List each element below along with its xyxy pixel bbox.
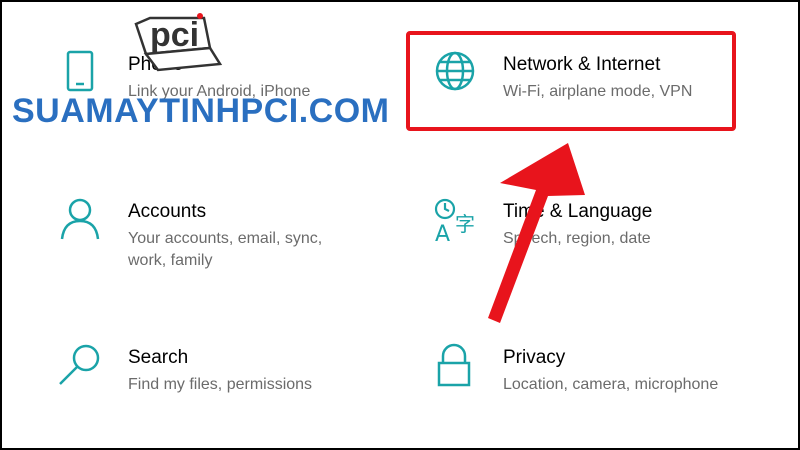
tile-title: Search — [128, 347, 189, 368]
svg-text:pci: pci — [150, 16, 199, 54]
svg-text:字: 字 — [455, 212, 475, 236]
watermark-site-text: SUAMAYTINHPCI.COM — [12, 92, 390, 130]
watermark-logo: pci — [134, 13, 223, 72]
tile-description: Location, camera, microphone — [503, 376, 719, 393]
magnifier-icon — [59, 344, 110, 395]
tile-title: Time & Language — [503, 201, 653, 222]
time-language-icon: A 字 — [434, 198, 485, 249]
tile-description: Find my files, permissions — [128, 376, 313, 393]
svg-text:A: A — [435, 222, 450, 247]
tile-description: Speech, region, date — [503, 230, 651, 247]
person-icon — [60, 198, 110, 249]
lock-icon — [435, 343, 485, 395]
tile-description: Your accounts, email, sync, work, family — [128, 230, 323, 269]
tile-title: Privacy — [503, 347, 566, 368]
tile-title: Accounts — [128, 201, 207, 222]
highlight-box — [406, 31, 736, 131]
